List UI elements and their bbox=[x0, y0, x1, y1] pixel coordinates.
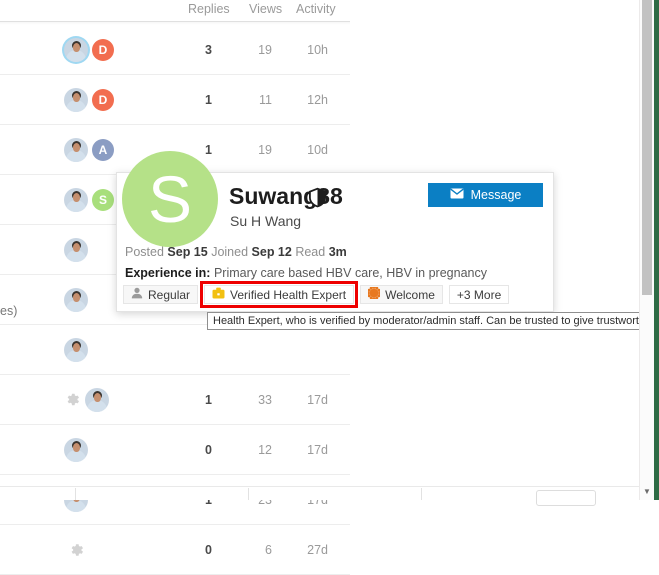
column-header-replies[interactable]: Replies bbox=[188, 2, 230, 16]
table-row[interactable]: D 3 19 10h bbox=[0, 25, 350, 75]
row-avatar-group bbox=[64, 237, 88, 262]
user-avatar[interactable] bbox=[64, 287, 88, 312]
profile-badge-label: Welcome bbox=[385, 287, 435, 302]
cell-views: 19 bbox=[258, 142, 272, 157]
profile-badge-label: +3 More bbox=[456, 287, 502, 302]
user-profile-card: S Suwang88 Su H Wang Message Posted Sep … bbox=[116, 151, 554, 312]
profile-stats-line: Posted Sep 15 Joined Sep 12 Read 3m bbox=[125, 245, 347, 259]
row-avatar-group: D bbox=[64, 87, 114, 112]
row-avatar-group bbox=[64, 337, 88, 362]
cell-activity: 10h bbox=[307, 42, 328, 57]
row-avatar-group bbox=[64, 437, 88, 462]
window-right-edge bbox=[654, 0, 659, 500]
profile-badge-label: Verified Health Expert bbox=[230, 287, 347, 302]
column-header-activity[interactable]: Activity bbox=[296, 2, 336, 16]
read-value: 3m bbox=[328, 245, 347, 259]
cell-views: 11 bbox=[259, 92, 272, 107]
user-avatar[interactable] bbox=[64, 237, 88, 262]
row-user-badge[interactable]: S bbox=[92, 188, 114, 211]
cell-activity: 12h bbox=[307, 92, 328, 107]
row-user-badge[interactable]: D bbox=[92, 88, 114, 111]
cell-replies: 1 bbox=[205, 92, 212, 107]
cell-replies: 1 bbox=[205, 392, 212, 407]
cell-views: 33 bbox=[258, 392, 272, 407]
row-avatar-group bbox=[64, 287, 88, 312]
cell-views: 19 bbox=[258, 42, 272, 57]
user-avatar[interactable] bbox=[64, 37, 88, 62]
table-row[interactable] bbox=[0, 325, 350, 375]
column-header-views[interactable]: Views bbox=[249, 2, 282, 16]
scrollbar-thumb[interactable] bbox=[642, 0, 652, 295]
profile-badge-label: Regular bbox=[148, 287, 191, 302]
profile-badges-row: Regular Verified Health Expert Welcome +3 M… bbox=[123, 281, 510, 308]
profile-badge-chip[interactable]: Regular bbox=[123, 285, 199, 304]
cell-activity: 10d bbox=[307, 142, 328, 157]
gear-icon bbox=[71, 543, 83, 556]
table-header-row: Replies Views Activity bbox=[0, 0, 350, 22]
user-avatar[interactable] bbox=[64, 137, 88, 162]
shield-icon bbox=[308, 187, 327, 213]
cell-activity: 27d bbox=[307, 542, 328, 557]
briefcase-icon bbox=[212, 287, 225, 302]
row-avatar-group: D bbox=[64, 37, 114, 62]
user-avatar[interactable] bbox=[64, 187, 88, 212]
cell-replies: 3 bbox=[205, 42, 212, 57]
table-row[interactable]: 0 12 17d bbox=[0, 425, 350, 475]
table-row[interactable]: D 1 11 12h bbox=[0, 75, 350, 125]
cell-replies: 0 bbox=[205, 542, 212, 557]
bottom-partial-row bbox=[0, 486, 640, 506]
experience-value: Primary care based HBV care, HBV in preg… bbox=[213, 266, 487, 280]
user-avatar[interactable] bbox=[64, 87, 88, 112]
user-avatar[interactable] bbox=[85, 387, 109, 412]
profile-full-name: Su H Wang bbox=[230, 213, 302, 229]
profile-badge-chip[interactable]: Verified Health Expert bbox=[200, 281, 359, 308]
profile-badge-chip[interactable]: Welcome bbox=[360, 285, 443, 304]
read-label: Read bbox=[295, 245, 326, 259]
cell-activity: 17d bbox=[307, 442, 328, 457]
posted-label: Posted bbox=[125, 245, 164, 259]
caret-down-icon[interactable]: ▼ bbox=[640, 488, 654, 496]
table-row[interactable]: 12317d bbox=[0, 475, 350, 525]
joined-label: Joined bbox=[211, 245, 249, 259]
bottom-tick bbox=[421, 488, 422, 500]
user-avatar[interactable] bbox=[64, 437, 88, 462]
cell-views: 6 bbox=[265, 542, 272, 557]
joined-value: Sep 12 bbox=[251, 245, 292, 259]
cell-replies: 0 bbox=[205, 442, 212, 457]
message-button-label: Message bbox=[470, 188, 522, 202]
bottom-input-box[interactable] bbox=[536, 490, 596, 506]
badge-tooltip: Health Expert, who is verified by modera… bbox=[207, 312, 659, 330]
cell-views: 12 bbox=[258, 442, 272, 457]
experience-label: Experience in: bbox=[125, 266, 211, 280]
row-user-badge[interactable]: A bbox=[92, 138, 114, 161]
bottom-tick bbox=[75, 488, 76, 500]
table-row[interactable]: 0 6 27d bbox=[0, 525, 350, 575]
message-button[interactable]: Message bbox=[428, 183, 543, 207]
cell-activity: 17d bbox=[307, 392, 328, 407]
user-avatar[interactable] bbox=[64, 337, 88, 362]
row-gear-icon[interactable] bbox=[64, 391, 81, 408]
bottom-tick bbox=[248, 488, 249, 500]
profile-avatar[interactable]: S bbox=[122, 151, 218, 247]
posted-value: Sep 15 bbox=[167, 245, 208, 259]
sunburst-icon bbox=[366, 285, 382, 302]
truncated-row-label: es) bbox=[0, 304, 18, 318]
person-icon bbox=[131, 287, 143, 302]
row-avatar-group: A bbox=[64, 137, 114, 162]
row-avatar-group: S bbox=[64, 187, 114, 212]
gear-icon bbox=[67, 393, 79, 406]
profile-experience-line: Experience in: Primary care based HBV ca… bbox=[125, 266, 487, 280]
table-row[interactable]: 1 33 17d bbox=[0, 375, 350, 425]
row-user-badge[interactable]: D bbox=[92, 38, 114, 61]
row-avatar-group bbox=[64, 387, 109, 412]
envelope-icon bbox=[449, 188, 464, 202]
row-gear-icon[interactable] bbox=[68, 541, 85, 558]
profile-badge-chip[interactable]: +3 More bbox=[448, 285, 510, 304]
vertical-scrollbar[interactable]: ▼ bbox=[639, 0, 654, 500]
